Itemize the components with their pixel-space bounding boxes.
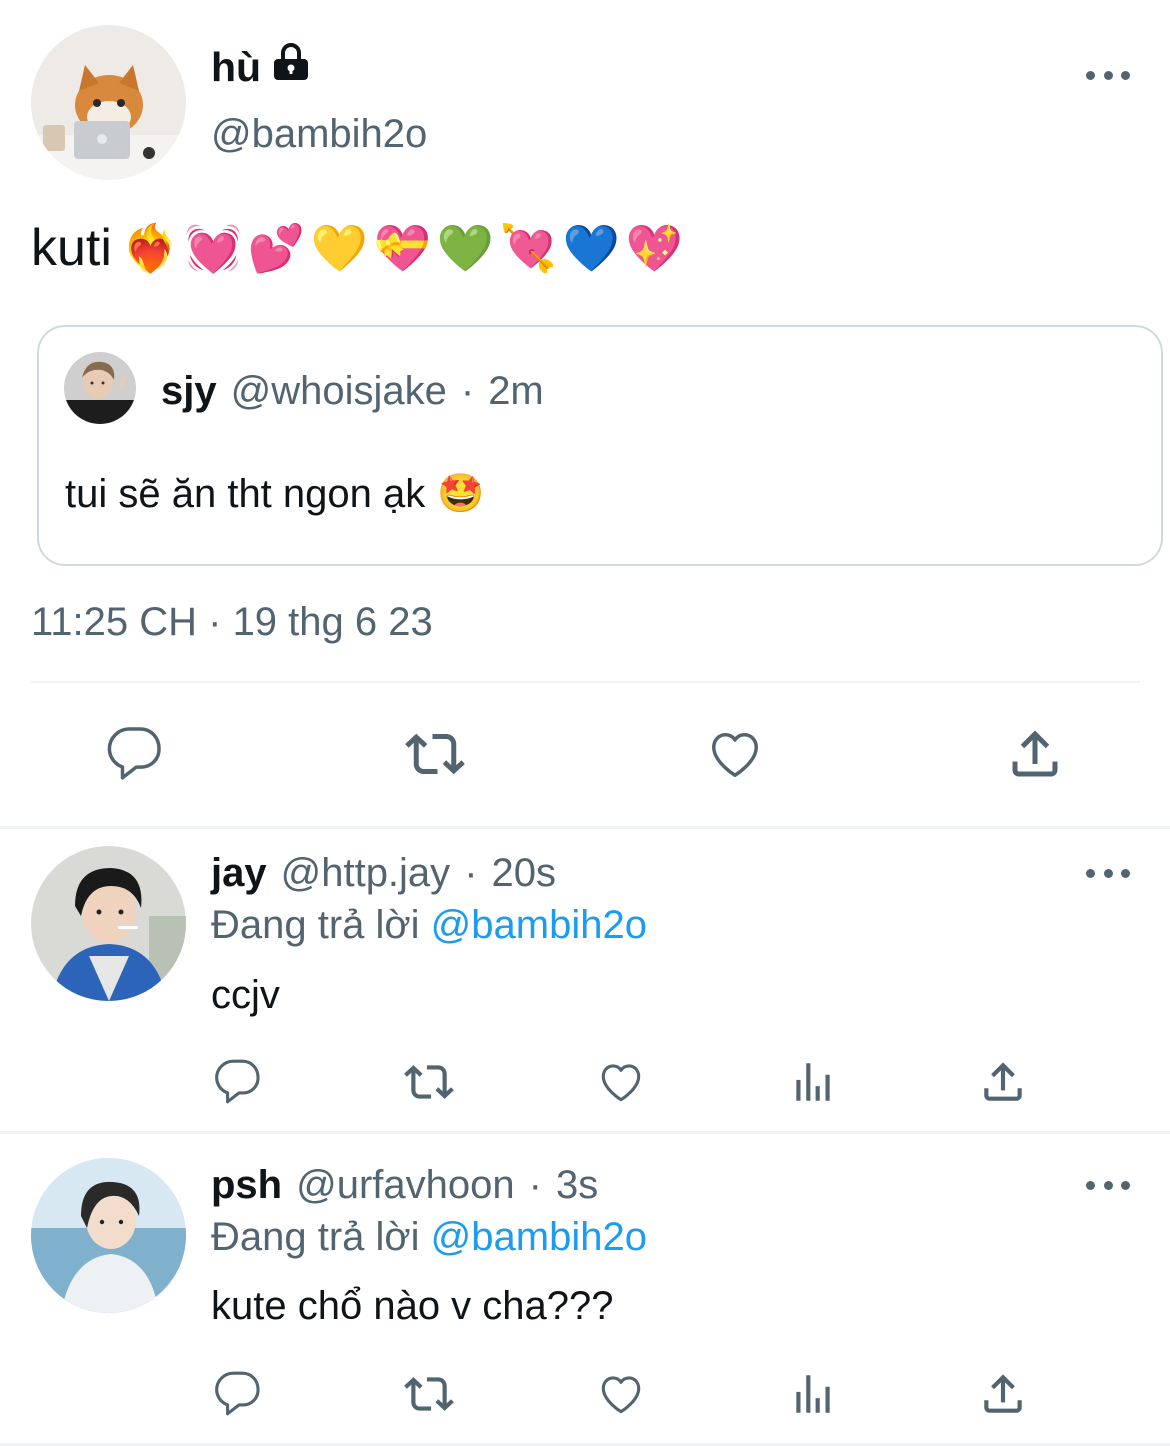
quoted-author-name[interactable]: sjy (161, 367, 217, 415)
replying-to-label: Đang trả lời (211, 1215, 420, 1259)
separator-dot: · (528, 1163, 542, 1207)
more-options-button[interactable] (1086, 65, 1130, 85)
reply-author-avatar[interactable] (31, 1158, 186, 1313)
share-icon (984, 1374, 1022, 1413)
emoji: ❤️‍🔥 (121, 221, 180, 275)
divider (31, 681, 1140, 683)
views-icon (796, 1375, 830, 1413)
reply-icon (107, 727, 161, 780)
reply-author-avatar[interactable] (31, 846, 186, 1001)
reply-tweet[interactable]: psh @urfavhoon · 3s Đang trả lời @bambih… (0, 1134, 1170, 1446)
tweet-text: kuti ❤️‍🔥 💓 💕 💛 💝 💚 💘 💙 💖 (31, 216, 683, 280)
heart-icon (601, 1376, 641, 1414)
reply-text: ccjv (211, 973, 280, 1017)
retweet-icon (404, 1377, 454, 1411)
views-button[interactable] (787, 1052, 839, 1112)
separator-dot: · (464, 851, 478, 895)
emoji: 💕 (247, 221, 306, 275)
reply-header: jay @http.jay · 20s (211, 849, 556, 897)
separator-dot: · (460, 369, 475, 413)
replying-to-link[interactable]: @bambih2o (431, 903, 647, 947)
emoji-row: ❤️‍🔥 💓 💕 💛 💝 💚 💘 💙 💖 (122, 220, 683, 276)
replying-to: Đang trả lời @bambih2o (211, 901, 647, 949)
emoji: 🤩 (437, 473, 485, 515)
reply-button[interactable] (212, 1052, 264, 1112)
quoted-text-content: tui sẽ ăn tht ngon ạk (65, 472, 426, 516)
author-handle[interactable]: @bambih2o (211, 110, 427, 158)
retweet-button[interactable] (400, 1052, 458, 1112)
author-name-row: hù (211, 42, 311, 92)
reply-icon (215, 1371, 260, 1416)
emoji: 💚 (436, 221, 495, 275)
emoji: 💙 (562, 221, 621, 275)
tweet-text-content: kuti (31, 219, 112, 277)
emoji: 💘 (499, 221, 558, 275)
author-name[interactable]: hù (211, 43, 261, 91)
reply-header: psh @urfavhoon · 3s (211, 1161, 598, 1209)
reply-action-bar (0, 1364, 1170, 1424)
quoted-author-handle[interactable]: @whoisjake (231, 367, 447, 415)
reply-text: kute chổ nào v cha??? (211, 1284, 614, 1328)
reply-author-name[interactable]: jay (211, 849, 267, 897)
heart-icon (712, 733, 758, 777)
more-options-button[interactable] (1086, 1175, 1130, 1195)
retweet-button[interactable] (400, 1364, 458, 1424)
retweet-icon (405, 733, 465, 775)
lock-icon (271, 42, 311, 92)
author-avatar[interactable] (31, 25, 186, 180)
heart-icon (601, 1064, 641, 1102)
like-button[interactable] (595, 1364, 647, 1424)
share-icon (1012, 730, 1058, 777)
replying-to-label: Đang trả lời (211, 903, 420, 947)
replying-to: Đang trả lời @bambih2o (211, 1213, 647, 1261)
replying-to-link[interactable]: @bambih2o (431, 1215, 647, 1259)
tweet-timestamp[interactable]: 11:25 CH · 19 thg 6 23 (31, 598, 433, 646)
emoji: 💝 (373, 221, 432, 275)
emoji: 💖 (625, 221, 684, 275)
reply-author-name[interactable]: psh (211, 1161, 282, 1209)
more-horizontal-icon (1086, 70, 1095, 80)
more-horizontal-icon (1086, 868, 1095, 878)
retweet-button[interactable] (398, 719, 472, 789)
tweet-action-bar (0, 719, 1170, 789)
reply-action-bar (0, 1052, 1170, 1112)
share-button[interactable] (1000, 719, 1070, 789)
retweet-icon (404, 1065, 454, 1099)
share-icon (984, 1062, 1022, 1101)
views-icon (796, 1063, 830, 1101)
like-button[interactable] (700, 719, 770, 789)
more-options-button[interactable] (1086, 863, 1130, 883)
main-tweet: hù @bambih2o kuti ❤️‍🔥 💓 💕 💛 💝 💚 💘 💙 💖 (0, 0, 1170, 826)
reply-time[interactable]: 3s (556, 1161, 598, 1209)
more-horizontal-icon (1086, 1180, 1095, 1190)
emoji: 💓 (184, 221, 243, 275)
reply-author-handle[interactable]: @urfavhoon (296, 1161, 515, 1209)
quoted-time[interactable]: 2m (488, 367, 544, 415)
views-button[interactable] (787, 1364, 839, 1424)
quoted-header: sjy @whoisjake · 2m (161, 367, 544, 415)
like-button[interactable] (595, 1052, 647, 1112)
quoted-tweet[interactable]: sjy @whoisjake · 2m tui sẽ ăn tht ngon ạ… (37, 325, 1163, 566)
reply-tweet[interactable]: jay @http.jay · 20s Đang trả lời @bambih… (0, 829, 1170, 1131)
share-button[interactable] (977, 1052, 1029, 1112)
quoted-author-avatar[interactable] (64, 352, 136, 424)
reply-button[interactable] (212, 1364, 264, 1424)
quoted-text: tui sẽ ăn tht ngon ạk 🤩 (65, 469, 485, 519)
reply-author-handle[interactable]: @http.jay (281, 849, 451, 897)
emoji: 💛 (310, 221, 369, 275)
reply-icon (215, 1059, 260, 1104)
share-button[interactable] (977, 1364, 1029, 1424)
reply-button[interactable] (100, 719, 170, 789)
reply-time[interactable]: 20s (492, 849, 557, 897)
